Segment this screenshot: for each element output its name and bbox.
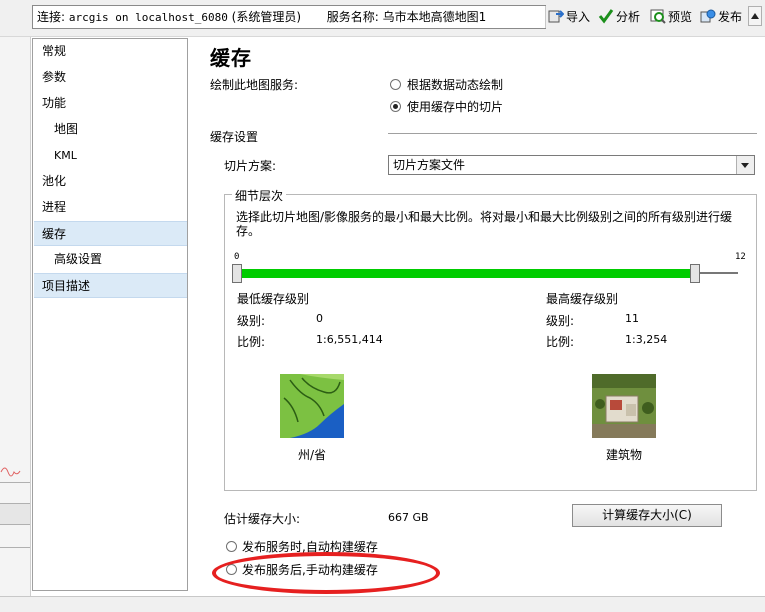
nav-item-capabilities[interactable]: 功能: [34, 91, 187, 116]
lod-description: 选择此切片地图/影像服务的最小和最大比例。将对最小和最大比例级别之间的所有级别进…: [236, 210, 733, 238]
lod-legend: 细节层次: [232, 187, 287, 204]
tiling-scheme-label: 切片方案:: [224, 159, 277, 173]
page-title: 缓存: [210, 46, 252, 70]
radio-cached[interactable]: [390, 101, 401, 112]
max-image-caption: 建筑物: [606, 448, 643, 462]
nav-item-processes[interactable]: 进程: [34, 195, 187, 220]
background-window-strip: [0, 37, 31, 611]
option-dynamic-label: 根据数据动态绘制: [407, 78, 504, 92]
chevron-down-icon[interactable]: [736, 156, 754, 174]
option-cached-label: 使用缓存中的切片: [407, 100, 504, 114]
settings-nav: 常规 参数 功能 地图 KML 池化 进程 缓存 高级设置 项目描述: [32, 38, 188, 591]
nav-item-item-description[interactable]: 项目描述: [34, 273, 187, 298]
cache-settings-label: 缓存设置: [210, 130, 259, 144]
toolbar: 连接: arcgis on localhost_6080 (系统管理员) 服务名…: [0, 0, 765, 37]
service-name-label: 服务名称:: [326, 10, 379, 24]
section-divider: [388, 133, 757, 134]
annotation-mark-icon: [0, 467, 21, 477]
min-image-caption: 州/省: [298, 448, 327, 462]
radio-auto-build[interactable]: [226, 541, 237, 552]
lod-slider-max-thumb[interactable]: [690, 264, 701, 283]
radio-dynamic[interactable]: [390, 79, 401, 90]
calculate-cache-size-button[interactable]: 计算缓存大小(C): [572, 504, 722, 527]
slider-max-label: 12: [735, 252, 746, 262]
building-map-thumbnail: [592, 374, 656, 438]
estimate-label: 估计缓存大小:: [224, 512, 301, 526]
import-button[interactable]: 导入: [548, 7, 590, 27]
min-level-title: 最低缓存级别: [237, 292, 310, 306]
slider-min-label: 0: [234, 252, 240, 262]
publish-button[interactable]: 发布: [700, 7, 742, 27]
scroll-up-button[interactable]: [748, 6, 762, 26]
draw-service-label: 绘制此地图服务:: [210, 78, 299, 92]
lod-slider-min-thumb[interactable]: [232, 264, 242, 283]
nav-item-pooling[interactable]: 池化: [34, 169, 187, 194]
lod-slider-range: [240, 269, 693, 278]
preview-icon: [650, 8, 666, 24]
connection-value: arcgis on localhost_6080: [68, 11, 228, 24]
service-name-value: 乌市本地高德地图1: [382, 10, 487, 24]
analyze-button[interactable]: 分析: [598, 7, 640, 27]
min-level-value: 0: [316, 312, 323, 325]
max-scale-label: 比例:: [546, 335, 575, 349]
import-icon: [548, 8, 565, 24]
publish-icon: [700, 8, 716, 24]
nav-item-caching[interactable]: 缓存: [34, 221, 187, 246]
min-level-label: 级别:: [237, 314, 266, 328]
preview-button[interactable]: 预览: [650, 7, 692, 27]
connection-role: (系统管理员): [231, 10, 302, 24]
max-level-title: 最高缓存级别: [546, 292, 619, 306]
connection-label: 连接:: [37, 10, 66, 24]
max-level-label: 级别:: [546, 314, 575, 328]
max-level-value: 11: [625, 312, 639, 325]
min-scale-value: 1:6,551,414: [316, 333, 383, 346]
nav-item-map[interactable]: 地图: [34, 117, 187, 142]
max-scale-value: 1:3,254: [625, 333, 668, 346]
estimate-value: 667 GB: [388, 511, 429, 524]
checkmark-icon: [598, 8, 614, 24]
annotation-ellipse: [212, 552, 440, 594]
tiling-scheme-select[interactable]: 切片方案文件: [388, 155, 755, 175]
nav-item-advanced-settings[interactable]: 高级设置: [34, 247, 187, 272]
nav-item-kml[interactable]: KML: [34, 143, 187, 168]
province-map-thumbnail: [280, 374, 344, 438]
nav-item-parameters[interactable]: 参数: [34, 65, 187, 90]
min-scale-label: 比例:: [237, 335, 266, 349]
connection-info: 连接: arcgis on localhost_6080 (系统管理员) 服务名…: [32, 5, 546, 29]
tiling-scheme-value: 切片方案文件: [393, 158, 466, 172]
status-bar: [0, 596, 765, 612]
nav-item-general[interactable]: 常规: [34, 39, 187, 64]
